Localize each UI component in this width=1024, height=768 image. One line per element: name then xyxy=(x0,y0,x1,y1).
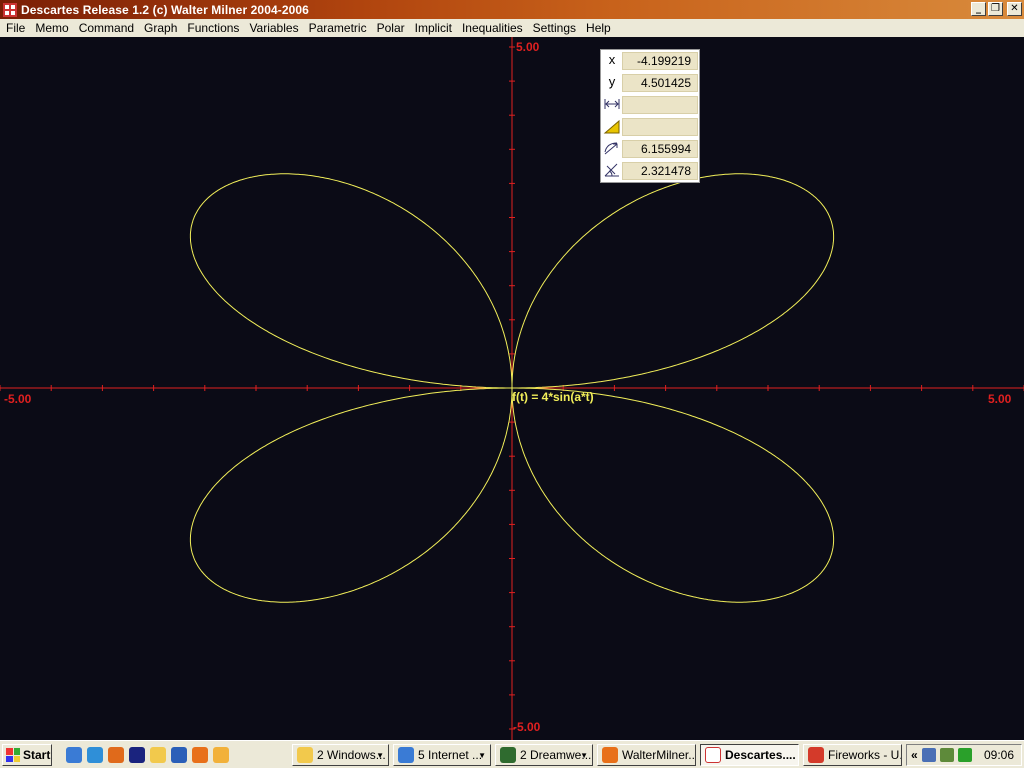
clock[interactable]: 09:06 xyxy=(984,748,1014,762)
dropdown-arrow-icon: ▼ xyxy=(580,751,588,760)
gradient-value-field xyxy=(622,118,698,136)
network-icon[interactable] xyxy=(921,748,936,762)
menu-bar: File Memo Command Graph Functions Variab… xyxy=(0,19,1024,37)
menu-settings[interactable]: Settings xyxy=(528,19,581,37)
start-button[interactable]: Start xyxy=(2,744,52,766)
radius-value-field: 6.155994 xyxy=(622,140,698,158)
system-tray: « 09:06 xyxy=(906,744,1022,766)
menu-inequalities[interactable]: Inequalities xyxy=(457,19,528,37)
update-icon[interactable] xyxy=(957,748,972,762)
task-windows-explorer[interactable]: 2 Windows... ▼ xyxy=(292,744,389,766)
window-controls: _ ❐ ✕ xyxy=(971,2,1022,16)
angle-icon xyxy=(603,162,621,180)
angle-value-field: 2.321478 xyxy=(622,162,698,180)
task-internet-explorer[interactable]: 5 Internet ... ▼ xyxy=(393,744,491,766)
axis-label-x-min: -5.00 xyxy=(4,392,32,406)
restore-button[interactable]: ❐ xyxy=(988,2,1003,16)
task-label: Descartes.... xyxy=(725,748,796,762)
radius-icon xyxy=(603,140,621,158)
task-dreamweaver[interactable]: 2 Dreamwe... ▼ xyxy=(495,744,593,766)
close-button[interactable]: ✕ xyxy=(1007,2,1022,16)
menu-memo[interactable]: Memo xyxy=(30,19,73,37)
menu-variables[interactable]: Variables xyxy=(244,19,303,37)
distance-icon xyxy=(603,96,621,114)
tray-expand-button[interactable]: « xyxy=(911,748,918,762)
task-fireworks[interactable]: Fireworks - U... xyxy=(803,744,902,766)
folder-icon xyxy=(297,747,313,763)
y-label: y xyxy=(608,74,616,89)
info-row-gradient xyxy=(601,116,701,138)
info-row-radius: 6.155994 xyxy=(601,138,701,160)
dreamweaver-icon xyxy=(500,747,516,763)
menu-help[interactable]: Help xyxy=(581,19,616,37)
menu-polar[interactable]: Polar xyxy=(372,19,410,37)
media-player-icon[interactable] xyxy=(108,747,124,763)
outlook-icon[interactable] xyxy=(87,747,103,763)
firefox-icon[interactable] xyxy=(192,747,208,763)
menu-graph[interactable]: Graph xyxy=(139,19,182,37)
menu-implicit[interactable]: Implicit xyxy=(410,19,457,37)
distance-value-field xyxy=(622,96,698,114)
clock-app-icon[interactable] xyxy=(213,747,229,763)
app-icon[interactable] xyxy=(3,2,17,17)
ie-icon[interactable] xyxy=(66,747,82,763)
ie-icon xyxy=(398,747,414,763)
task-descartes[interactable]: Descartes.... xyxy=(700,744,799,766)
graph-canvas[interactable]: 5.00 -5.00 -5.00 5.00 f(t) = 4*sin(a*t) xyxy=(0,37,1024,740)
title-bar: Descartes Release 1.2 (c) Walter Milner … xyxy=(0,0,1024,19)
axis-label-y-min: -5.00 xyxy=(513,720,541,734)
window-title: Descartes Release 1.2 (c) Walter Milner … xyxy=(21,2,309,17)
folder-icon[interactable] xyxy=(150,747,166,763)
word-icon[interactable] xyxy=(171,747,187,763)
fireworks-icon xyxy=(808,747,824,763)
coordinate-info-panel: x -4.199219 y 4.501425 6.155994 2.321478 xyxy=(600,49,700,183)
info-row-y: y 4.501425 xyxy=(601,72,701,94)
y-value-field: 4.501425 xyxy=(622,74,698,92)
menu-file[interactable]: File xyxy=(0,19,30,37)
task-label: Fireworks - U... xyxy=(828,748,902,762)
x-value-field: -4.199219 xyxy=(622,52,698,70)
task-label: 5 Internet ... xyxy=(418,748,483,762)
axis-label-y-max: 5.00 xyxy=(516,40,540,54)
function-label: f(t) = 4*sin(a*t) xyxy=(512,390,594,404)
firefox-icon xyxy=(602,747,618,763)
task-label: WalterMilner.... xyxy=(622,748,696,762)
start-label: Start xyxy=(23,748,51,762)
dropdown-arrow-icon: ▼ xyxy=(376,751,384,760)
x-label: x xyxy=(608,52,616,67)
info-row-distance xyxy=(601,94,701,116)
menu-command[interactable]: Command xyxy=(74,19,139,37)
descartes-icon xyxy=(705,747,721,763)
dropdown-arrow-icon: ▼ xyxy=(478,751,486,760)
tray-app-icon[interactable] xyxy=(939,748,954,762)
info-row-x: x -4.199219 xyxy=(601,50,701,72)
minimize-button[interactable]: _ xyxy=(971,2,986,16)
windows-flag-icon xyxy=(6,748,20,762)
menu-parametric[interactable]: Parametric xyxy=(304,19,372,37)
axis-label-x-max: 5.00 xyxy=(988,392,1012,406)
task-firefox[interactable]: WalterMilner.... xyxy=(597,744,696,766)
graph-svg xyxy=(0,37,1024,740)
gradient-icon xyxy=(603,118,621,136)
info-row-angle: 2.321478 xyxy=(601,160,701,182)
ntl-icon[interactable] xyxy=(129,747,145,763)
quick-launch xyxy=(66,747,229,763)
menu-functions[interactable]: Functions xyxy=(182,19,244,37)
taskbar: Start 2 Windows... ▼ 5 Internet ... ▼ 2 … xyxy=(0,740,1024,768)
